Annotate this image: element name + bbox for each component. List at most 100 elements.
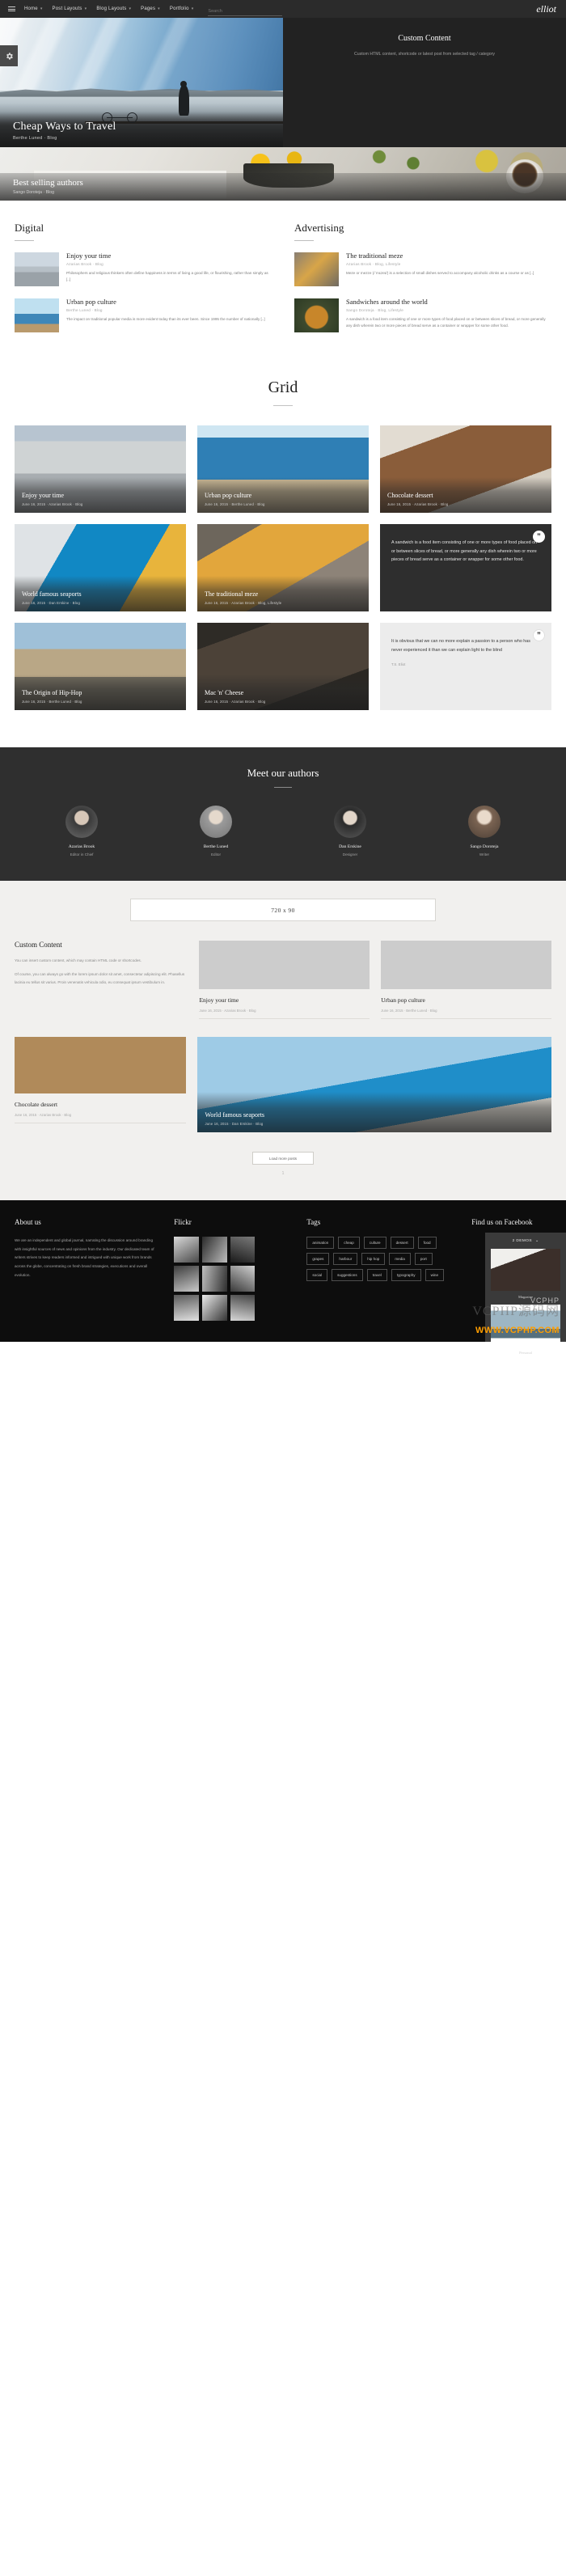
post-title[interactable]: The traditional meze: [346, 252, 551, 260]
nav-item-portfolio[interactable]: Portfolio ▾: [170, 6, 194, 11]
author-card[interactable]: Sango Doroteja Writer: [417, 806, 551, 857]
hamburger-icon[interactable]: [8, 6, 15, 11]
tag-cloud: animation cheap culture dessert food gra…: [306, 1237, 457, 1282]
quote-text: A sandwich is a food item consisting of …: [391, 540, 538, 563]
nav-label: Blog Layouts: [96, 6, 127, 11]
hero-meta: Berthe Luned · Blog: [13, 136, 57, 141]
grid-card[interactable]: Urban pop culture June 16, 2015 · Berthe…: [197, 425, 369, 513]
flickr-thumbnail[interactable]: [174, 1295, 199, 1322]
search-input[interactable]: [208, 9, 283, 16]
tag-cheap[interactable]: cheap: [338, 1237, 360, 1250]
grid-quote-card[interactable]: ❞ A sandwich is a food item consisting o…: [380, 524, 551, 611]
mini-post-image: [199, 941, 370, 989]
tag-culture[interactable]: culture: [363, 1237, 386, 1250]
post-list-item[interactable]: The traditional meze Azarias Brook · Blo…: [294, 252, 551, 286]
heading-divider: [274, 787, 292, 788]
lower-post-title: World famous seaports: [205, 1110, 265, 1119]
nav-item-post-layouts[interactable]: Post Layouts ▾: [53, 6, 87, 11]
tag-harbour[interactable]: harbour: [333, 1253, 358, 1266]
post-thumbnail: [15, 298, 59, 332]
ad-banner-placeholder[interactable]: 720 x 90: [130, 899, 436, 921]
post-list-item[interactable]: Urban pop culture Berthe Luned · Blog Th…: [15, 298, 272, 332]
flickr-thumbnail[interactable]: [201, 1295, 227, 1322]
author-card[interactable]: Dan Erskine Designer: [283, 806, 417, 857]
flickr-thumbnail[interactable]: [174, 1237, 199, 1263]
grid-card[interactable]: The Origin of Hip-Hop June 16, 2015 · Be…: [15, 623, 186, 710]
hero-featured-post[interactable]: Cheap Ways to Travel Berthe Luned · Blog: [0, 18, 283, 147]
hero-caption: Cheap Ways to Travel Berthe Luned · Blog: [0, 112, 283, 147]
post-title[interactable]: Enjoy your time: [66, 252, 272, 260]
chevron-down-icon: ▾: [129, 6, 132, 11]
post-list-item[interactable]: Sandwiches around the world Sango Dorote…: [294, 298, 551, 332]
tag-typography[interactable]: typography: [391, 1269, 421, 1282]
custom-content-text: Custom HTML content, shortcode or latest…: [354, 52, 495, 57]
mini-post-title: Enjoy your time: [199, 996, 239, 1004]
nav-item-blog-layouts[interactable]: Blog Layouts ▾: [96, 6, 131, 11]
post-thumbnail: [294, 252, 339, 286]
custom-content-paragraph: Of course, you can always go with the lo…: [15, 972, 185, 984]
category-digital: Digital Enjoy your time Azarias Brook · …: [15, 222, 272, 345]
author-card[interactable]: Azarias Brook Editor in Chief: [15, 806, 149, 857]
flickr-thumbnail[interactable]: [230, 1266, 256, 1292]
load-more-button[interactable]: Load more posts: [252, 1152, 314, 1165]
hero-section: Cheap Ways to Travel Berthe Luned · Blog…: [0, 18, 566, 147]
tag-dessert[interactable]: dessert: [390, 1237, 414, 1250]
tag-wine[interactable]: wine: [424, 1269, 445, 1282]
tag-travel[interactable]: travel: [366, 1269, 387, 1282]
lower-post-left[interactable]: Chocolate dessert June 16, 2015 · Azaria…: [15, 1037, 187, 1132]
footer-heading-tags: Tags: [306, 1218, 321, 1226]
gear-icon[interactable]: [0, 45, 18, 66]
lower-post-right[interactable]: World famous seaports June 16, 2015 · Da…: [197, 1037, 551, 1132]
demo-count-label: 2 DEMOS: [512, 1239, 532, 1243]
nav-item-home[interactable]: Home ▾: [24, 6, 43, 11]
tag-media[interactable]: media: [389, 1253, 411, 1266]
grid-card[interactable]: The traditional meze June 16, 2015 · Aza…: [197, 524, 369, 611]
avatar: [334, 806, 366, 838]
watermark-cn: VCPHP源码网: [472, 1305, 560, 1319]
flickr-thumbnail[interactable]: [201, 1266, 227, 1292]
nav-item-pages[interactable]: Pages ▾: [141, 6, 160, 11]
search-box[interactable]: [208, 2, 283, 16]
tag-social[interactable]: social: [306, 1269, 328, 1282]
mini-post-meta: June 16, 2015 · Azarias Brook · Blog: [199, 1009, 370, 1019]
mini-post[interactable]: Urban pop culture June 16, 2015 · Berthe…: [381, 941, 551, 1019]
card-title: Chocolate dessert: [387, 491, 433, 499]
grid-card[interactable]: Chocolate dessert June 16, 2015 · Azaria…: [380, 425, 551, 513]
flickr-thumbnail[interactable]: [230, 1295, 256, 1322]
tag-suggestions[interactable]: suggestions: [332, 1269, 363, 1282]
lower-post-meta: June 16, 2015 · Dan Erskine · Blog: [205, 1122, 264, 1126]
flickr-thumbnail[interactable]: [201, 1237, 227, 1263]
tag-animation[interactable]: animation: [306, 1237, 335, 1250]
mini-post-grid: Enjoy your time June 16, 2015 · Azarias …: [199, 941, 551, 1019]
grid-card[interactable]: Enjoy your time June 16, 2015 · Azarias …: [15, 425, 186, 513]
pagination[interactable]: 1: [15, 1171, 551, 1176]
tag-port[interactable]: port: [414, 1253, 433, 1266]
flickr-thumbnail[interactable]: [174, 1266, 199, 1292]
post-title[interactable]: Urban pop culture: [66, 298, 272, 306]
custom-content-heading: Custom Content: [15, 941, 62, 949]
chevron-down-icon: ▾: [84, 6, 87, 11]
post-thumbnail: [15, 252, 59, 286]
grid-card[interactable]: World famous seaports June 16, 2015 · Da…: [15, 524, 186, 611]
authors-section: Meet our authors Azarias Brook Editor in…: [0, 747, 566, 881]
nav-label: Post Layouts: [52, 6, 82, 11]
hero-second-post[interactable]: Best selling authors Sango Doroteja · Bl…: [0, 147, 566, 201]
demo-preview-magazine[interactable]: [491, 1249, 560, 1291]
post-title[interactable]: Sandwiches around the world: [346, 298, 551, 306]
footer-heading-about: About us: [15, 1218, 41, 1226]
chevron-down-icon[interactable]: ⌄: [535, 1239, 539, 1243]
tag-food[interactable]: food: [417, 1237, 437, 1250]
card-title: The traditional meze: [205, 590, 259, 598]
demo-switcher-header[interactable]: 2 DEMOS ⌄: [491, 1239, 560, 1243]
mini-post[interactable]: Enjoy your time June 16, 2015 · Azarias …: [199, 941, 370, 1019]
grid-card[interactable]: Mac 'n' Cheese June 16, 2015 · Azarias B…: [197, 623, 369, 710]
post-list-item[interactable]: Enjoy your time Azarias Brook · Blog Phi…: [15, 252, 272, 286]
flickr-thumbnail[interactable]: [230, 1237, 256, 1263]
tag-hip-hop[interactable]: hip hop: [361, 1253, 386, 1266]
lower-post-title: Chocolate dessert: [15, 1101, 58, 1108]
grid-quote-card[interactable]: ❞ It is obvious that we can no more expl…: [380, 623, 551, 710]
author-card[interactable]: Berthe Luned Editor: [149, 806, 283, 857]
site-logo[interactable]: elliot: [536, 3, 556, 15]
tag-grapes[interactable]: grapes: [306, 1253, 330, 1266]
author-role: Editor in Chief: [70, 852, 94, 857]
